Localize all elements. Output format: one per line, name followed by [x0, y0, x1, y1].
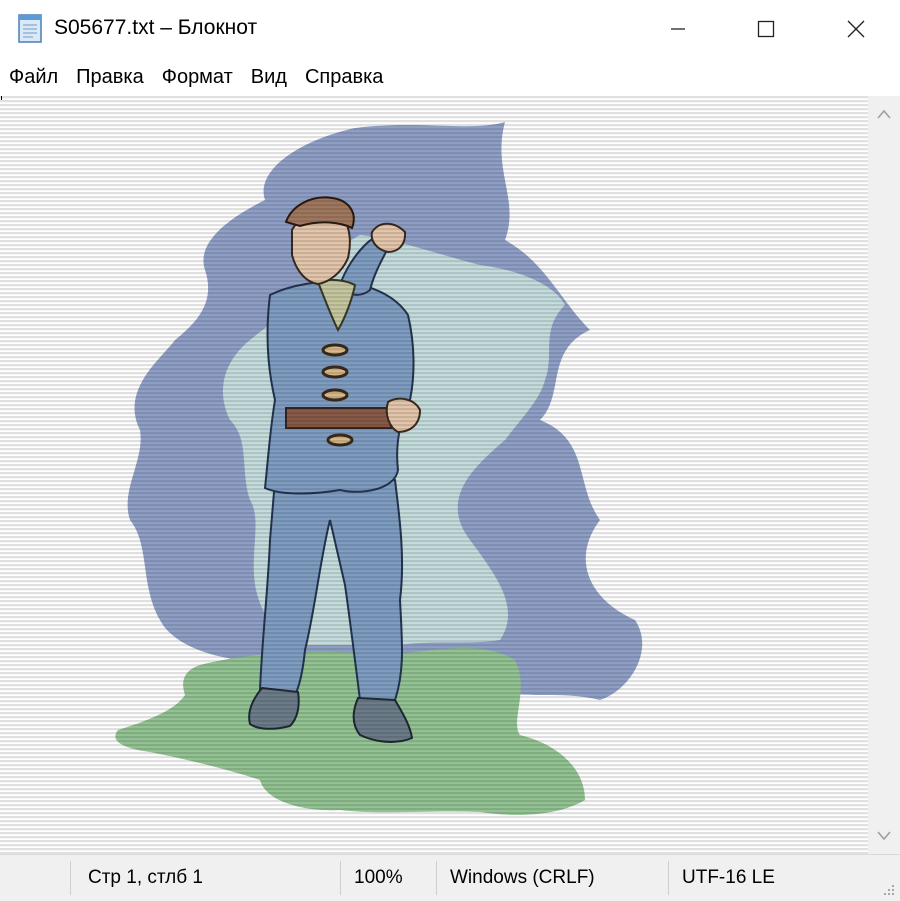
text-caret	[1, 96, 2, 100]
scroll-down-button[interactable]	[868, 818, 900, 854]
status-separator	[668, 861, 669, 895]
notepad-icon	[18, 14, 42, 43]
status-encoding: UTF-16 LE	[682, 867, 775, 888]
menu-bar: Файл Правка Формат Вид Справка	[0, 58, 900, 96]
text-line-texture	[0, 96, 868, 854]
ascii-art-figure	[0, 96, 868, 854]
scroll-up-button[interactable]	[868, 96, 900, 132]
status-zoom: 100%	[354, 867, 403, 888]
resize-grip-icon[interactable]	[880, 881, 896, 897]
chevron-down-icon	[877, 831, 891, 841]
vertical-scrollbar[interactable]	[868, 96, 900, 854]
status-line-endings: Windows (CRLF)	[450, 867, 595, 888]
status-separator	[436, 861, 437, 895]
status-separator	[340, 861, 341, 895]
title-bar[interactable]: S05677.txt – Блокнот	[0, 0, 900, 58]
status-cursor-position: Стр 1, стлб 1	[88, 867, 203, 888]
menu-help[interactable]: Справка	[296, 58, 392, 96]
menu-file[interactable]: Файл	[0, 58, 67, 96]
menu-edit[interactable]: Правка	[67, 58, 153, 96]
status-separator	[70, 861, 71, 895]
close-icon	[847, 20, 865, 38]
window-title: S05677.txt – Блокнот	[54, 16, 258, 39]
menu-view[interactable]: Вид	[242, 58, 296, 96]
menu-format[interactable]: Формат	[153, 58, 242, 96]
chevron-up-icon	[877, 109, 891, 119]
minimize-button[interactable]	[632, 0, 724, 58]
maximize-button[interactable]	[720, 0, 812, 58]
maximize-icon	[757, 20, 775, 38]
status-bar: Стр 1, стлб 1 100% Windows (CRLF) UTF-16…	[0, 854, 900, 901]
close-button[interactable]	[810, 0, 900, 58]
minimize-icon	[671, 28, 685, 30]
text-edit-area[interactable]	[0, 96, 868, 854]
